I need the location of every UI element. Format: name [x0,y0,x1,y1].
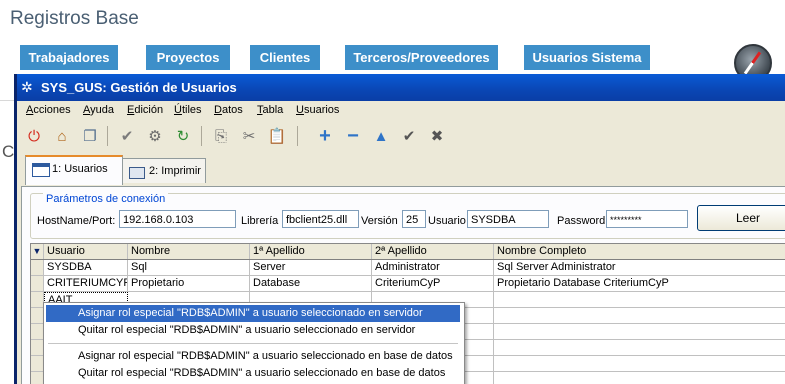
cell-nombre-completo[interactable]: Propietario Database CriteriumCyP [494,276,785,291]
menu-acciones[interactable]: Acciones [26,104,71,116]
cell-apellido2[interactable]: CriteriumCyP [372,276,494,291]
toolbar: ⏻ ⌂ ❐ ✔ ⚙ ↻ ⎘ ✂ 📋 + − ▲ ✔ ✖ [17,120,785,150]
cell-nombre-completo[interactable] [494,292,785,307]
copy-icon[interactable]: ⎘ [211,126,231,146]
cell-usuario[interactable]: CRITERIUMCYP [44,276,128,291]
menu-bar: Acciones Ayuda Edición Útiles Datos Tabl… [17,101,785,120]
delete-icon[interactable]: ✖ [427,126,447,146]
up-icon[interactable]: ▲ [371,126,391,146]
column-header-nombre-completo[interactable]: Nombre Completo [494,244,785,259]
row-indicator[interactable] [31,260,44,275]
row-indicator[interactable] [31,276,44,291]
tab-proyectos[interactable]: Proyectos [146,45,230,70]
menu-edicion[interactable]: Edición [127,104,163,116]
menu-ayuda[interactable]: Ayuda [83,104,114,116]
minus-icon[interactable]: − [343,125,363,147]
check-disk-icon[interactable]: ✔ [117,126,137,146]
library-input[interactable]: fbclient25.dll [282,210,359,228]
home-icon[interactable]: ⌂ [52,126,72,146]
window-title: SYS_GUS: Gestión de Usuarios [41,80,237,95]
column-header-nombre[interactable]: Nombre [128,244,250,259]
menu-datos[interactable]: Datos [214,104,243,116]
password-label: Password [557,215,606,227]
background-text: C [2,142,15,161]
cell-nombre[interactable]: Propietario [128,276,250,291]
toolbar-separator [297,126,298,146]
host-label: HostName/Port: [37,215,116,227]
menu-separator [48,343,458,344]
column-header-apellido2[interactable]: 2ª Apellido [372,244,494,259]
column-header-usuario[interactable]: Usuario [44,244,128,259]
refresh-icon[interactable]: ↻ [173,126,193,146]
power-icon[interactable]: ⏻ [24,126,44,146]
tab-label: 1: Usuarios [52,163,108,175]
cell-nombre-completo[interactable]: Sql Server Administrator [494,260,785,275]
toolbar-separator [107,126,108,146]
menu-item-assign-server[interactable]: Asignar rol especial "RDB$ADMIN" a usuar… [46,305,460,322]
menu-tabla[interactable]: Tabla [257,104,283,116]
tab-terceros-proveedores[interactable]: Terceros/Proveedores [345,45,498,70]
cell-nombre-completo[interactable] [494,372,785,384]
tab-trabajadores[interactable]: Trabajadores [20,45,118,70]
menu-item-assign-database[interactable]: Asignar rol especial "RDB$ADMIN" a usuar… [46,348,460,365]
group-legend: Parámetros de conexión [43,193,169,205]
menu-utiles[interactable]: Útiles [174,104,202,116]
cell-nombre[interactable]: Sql [128,260,250,275]
cell-usuario[interactable]: SYSDBA [44,260,128,275]
menu-item-remove-database[interactable]: Quitar rol especial "RDB$ADMIN" a usuari… [46,365,460,382]
toolbar-separator [201,126,202,146]
grid-header: ▼ Usuario Nombre 1ª Apellido 2ª Apellido… [31,244,785,260]
table-icon [32,163,50,177]
cell-apellido1[interactable]: Database [250,276,372,291]
tab-usuarios-sistema[interactable]: Usuarios Sistema [524,45,650,70]
table-row[interactable]: SYSDBA Sql Server Administrator Sql Server A… [31,260,785,276]
cell-nombre-completo[interactable] [494,308,785,323]
library-label: Librería [241,215,279,227]
windows-icon[interactable]: ❐ [80,126,100,146]
version-input[interactable]: 25 [402,210,426,228]
page-title: Registros Base [10,8,139,29]
tab-label: 2: Imprimir [149,165,201,177]
password-input[interactable]: ********* [606,210,688,228]
tab-usuarios[interactable]: 1: Usuarios [25,155,123,185]
cell-nombre-completo[interactable] [494,324,785,339]
cell-nombre-completo[interactable] [494,356,785,371]
table-row[interactable]: CRITERIUMCYP Propietario Database Criterium… [31,276,785,292]
user-management-window: ✲ SYS_GUS: Gestión de Usuarios Acciones … [14,74,785,384]
context-menu: Asignar rol especial "RDB$ADMIN" a usuar… [43,302,465,384]
version-label: Versión [361,215,398,227]
menu-item-remove-server[interactable]: Quitar rol especial "RDB$ADMIN" a usuari… [46,322,460,339]
connection-group: Parámetros de conexión HostName/Port: 19… [30,193,785,239]
cell-apellido1[interactable]: Server [250,260,372,275]
cut-icon[interactable]: ✂ [239,126,259,146]
app-icon: ✲ [21,79,33,95]
menu-usuarios[interactable]: Usuarios [296,104,339,116]
tab-imprimir[interactable]: 2: Imprimir [122,158,206,183]
user-input[interactable]: SYSDBA [467,210,549,228]
sort-indicator-icon[interactable]: ▼ [31,244,44,259]
tools-icon[interactable]: ⚙ [145,126,165,146]
cell-apellido2[interactable]: Administrator [372,260,494,275]
printer-icon [129,167,145,179]
read-button[interactable]: Leer [697,205,785,231]
user-label: Usuario [428,215,466,227]
title-bar[interactable]: ✲ SYS_GUS: Gestión de Usuarios [17,74,785,101]
tab-clientes[interactable]: Clientes [250,45,320,70]
paste-icon[interactable]: 📋 [267,126,287,146]
tab-strip: 1: Usuarios 2: Imprimir [17,150,785,186]
plus-icon[interactable]: + [315,125,335,147]
column-header-apellido1[interactable]: 1ª Apellido [250,244,372,259]
host-input[interactable]: 192.168.0.103 [119,210,236,228]
checkmark-icon[interactable]: ✔ [399,126,419,146]
cell-nombre-completo[interactable] [494,340,785,355]
